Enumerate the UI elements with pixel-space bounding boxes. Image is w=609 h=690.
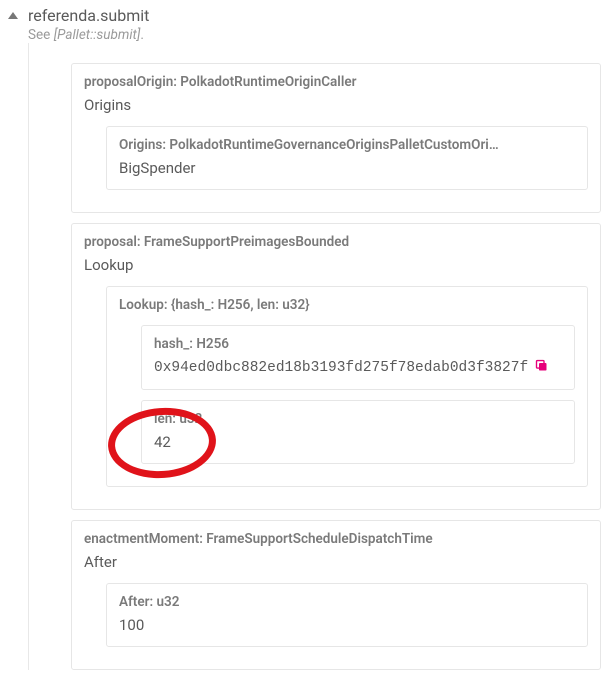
param-value: Origins xyxy=(84,96,588,114)
param-value: 42 xyxy=(154,433,562,451)
subtitle-suffix: . xyxy=(140,27,144,43)
param-hash: hash_: H256 0x94ed0dbc882ed18b3193fd275f… xyxy=(141,325,575,390)
copy-icon[interactable] xyxy=(534,358,549,377)
param-label: proposal: FrameSupportPreimagesBounded xyxy=(84,234,588,250)
param-label: After: u32 xyxy=(119,594,575,610)
param-enactment-moment: enactmentMoment: FrameSupportScheduleDis… xyxy=(71,520,601,670)
param-after: After: u32 100 xyxy=(106,583,588,647)
subtitle-link[interactable]: [Pallet::submit] xyxy=(54,27,141,43)
param-lookup: Lookup: {hash_: H256, len: u32} hash_: H… xyxy=(106,286,588,487)
param-proposal: proposal: FrameSupportPreimagesBounded L… xyxy=(71,223,601,510)
param-label: proposalOrigin: PolkadotRuntimeOriginCal… xyxy=(84,74,588,90)
param-proposal-origin: proposalOrigin: PolkadotRuntimeOriginCal… xyxy=(71,63,601,213)
param-value: After xyxy=(84,553,588,571)
param-label: Lookup: {hash_: H256, len: u32} xyxy=(119,297,575,313)
param-value: 100 xyxy=(119,616,575,634)
param-label: Origins: PolkadotRuntimeGovernanceOrigin… xyxy=(119,137,575,153)
collapse-triangle-icon[interactable] xyxy=(8,12,18,19)
call-title: referenda.submit xyxy=(28,6,149,25)
param-origins: Origins: PolkadotRuntimeGovernanceOrigin… xyxy=(106,126,588,190)
params-tree: proposalOrigin: PolkadotRuntimeOriginCal… xyxy=(28,43,601,670)
param-label: enactmentMoment: FrameSupportScheduleDis… xyxy=(84,531,588,547)
param-value: Lookup xyxy=(84,256,588,274)
param-len: len: u32 42 xyxy=(141,400,575,464)
param-label: hash_: H256 xyxy=(154,336,562,352)
subtitle-prefix: See xyxy=(28,27,54,43)
call-subtitle: See [Pallet::submit]. xyxy=(28,27,149,43)
param-value: BigSpender xyxy=(119,159,575,177)
hash-value: 0x94ed0dbc882ed18b3193fd275f78edab0d3f38… xyxy=(154,360,528,376)
param-label: len: u32 xyxy=(154,411,562,427)
